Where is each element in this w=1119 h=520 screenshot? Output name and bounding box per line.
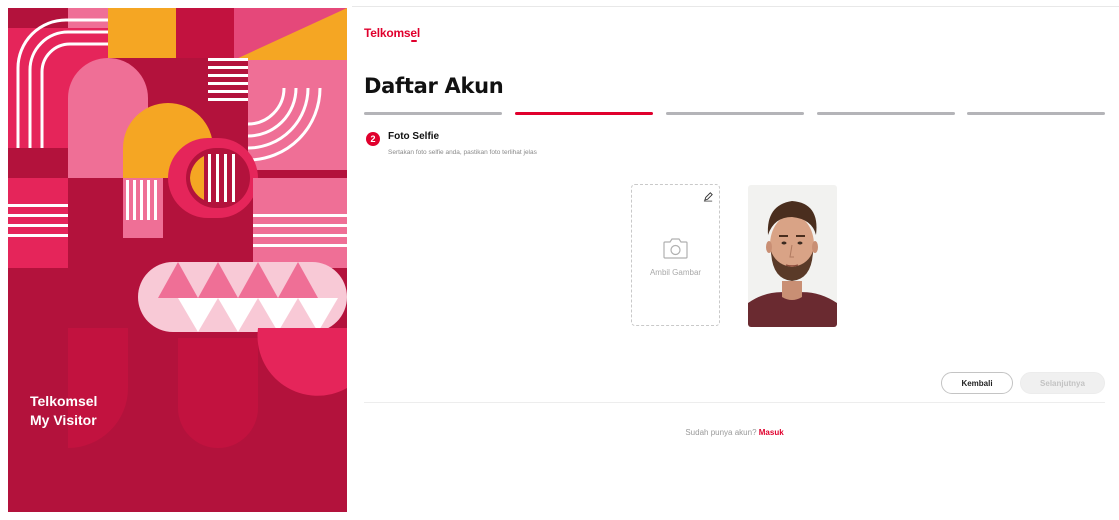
signin-prompt-text: Sudah punya akun? <box>685 428 757 437</box>
step-segment-4 <box>817 112 955 115</box>
panel-title-line2: My Visitor <box>30 412 97 428</box>
step-description: Sertakan foto selfie anda, pastikan foto… <box>388 149 537 156</box>
signin-prompt: Sudah punya akun? Masuk <box>364 428 1105 437</box>
back-button[interactable]: Kembali <box>941 372 1013 394</box>
geometric-art-illustration <box>8 8 347 512</box>
divider <box>364 402 1105 403</box>
top-strip-line <box>352 6 1119 7</box>
top-strip <box>0 0 1119 8</box>
progress-stepper <box>364 112 1105 115</box>
panel-brand-title: Telkomsel My Visitor <box>30 392 97 430</box>
panel-title-line1: Telkomsel <box>30 393 98 409</box>
logo-accent <box>411 40 417 42</box>
step-segment-3 <box>666 112 804 115</box>
camera-icon <box>663 238 688 259</box>
step-title: Foto Selfie <box>388 131 440 142</box>
step-segment-2 <box>515 112 653 115</box>
step-segment-5 <box>967 112 1105 115</box>
take-photo-label: Ambil Gambar <box>649 268 702 277</box>
telkomsel-logo: Telkomsel <box>364 26 421 40</box>
step-number-badge: 2 <box>366 132 380 146</box>
selfie-preview-image <box>748 185 837 327</box>
page-title: Daftar Akun <box>364 74 504 98</box>
edit-icon[interactable] <box>703 191 714 202</box>
step-segment-1 <box>364 112 502 115</box>
next-button[interactable]: Selanjutnya <box>1020 372 1105 394</box>
brand-art-panel: Telkomsel My Visitor <box>8 8 347 512</box>
signin-link[interactable]: Masuk <box>759 428 784 437</box>
